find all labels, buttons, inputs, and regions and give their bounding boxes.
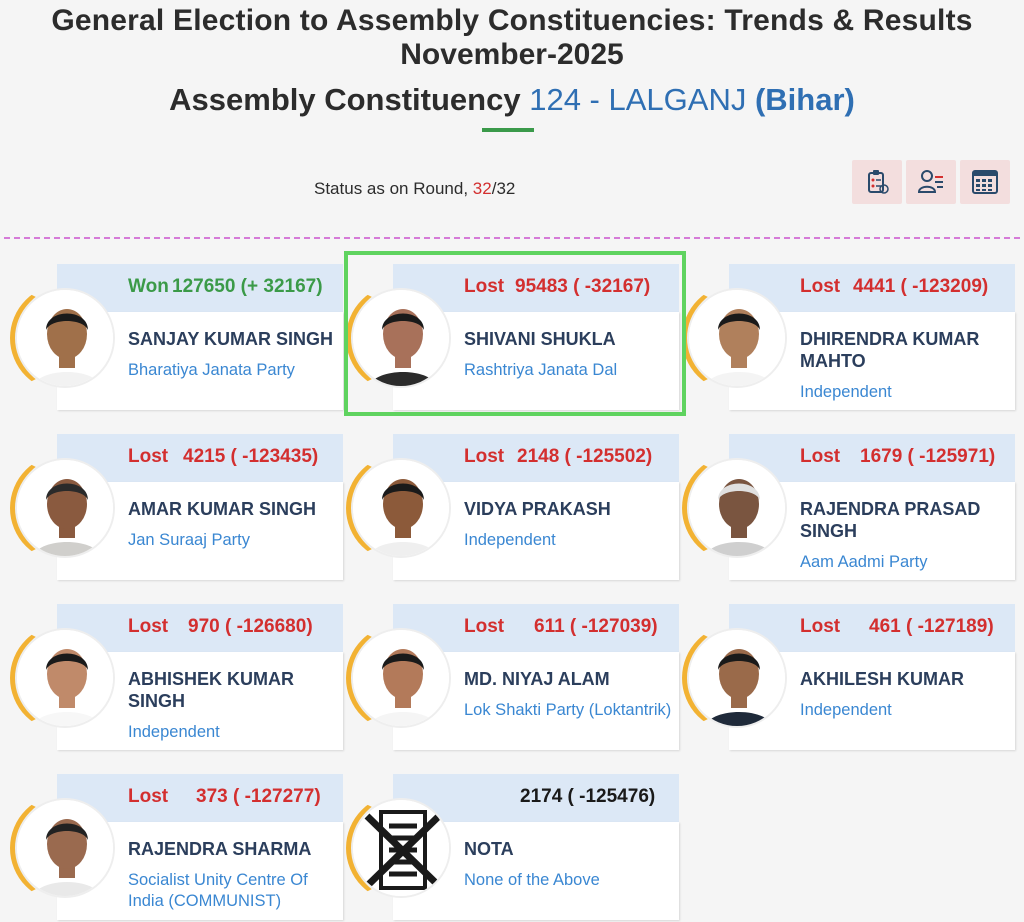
candidate-name: SANJAY KUMAR SINGH: [128, 329, 334, 349]
party-name: Bharatiya Janata Party: [128, 361, 295, 379]
party-name: Aam Aadmi Party: [800, 553, 928, 571]
vote-count: 4441 ( -123209): [853, 276, 989, 297]
candidate-name: RAJENDRA PRASAD SINGH: [800, 499, 981, 541]
candidate-card[interactable]: 2174 ( -125476) NOTA None of the Above: [336, 774, 679, 920]
candidate-name: VIDYA PRAKASH: [464, 499, 611, 519]
result-status: Lost: [800, 276, 841, 297]
clipboard-icon: [868, 170, 889, 194]
result-status: Lost: [128, 786, 169, 807]
party-name: Jan Suraaj Party: [128, 531, 250, 549]
candidate-photo: [351, 458, 451, 558]
calendar-grid-icon: [972, 170, 998, 194]
candidate-card[interactable]: Lost 4215 ( -123435) AMAR KUMAR SINGH Jan S…: [0, 434, 343, 580]
candidate-card[interactable]: Lost 2148 ( -125502) VIDYA PRAKASH Independ…: [336, 434, 679, 580]
selected-card-highlight: [344, 251, 686, 416]
user-list-button[interactable]: [906, 160, 956, 204]
page-subtitle: November-2025: [400, 38, 624, 71]
current-round: 32: [472, 179, 492, 198]
vote-count: 127650 (+ 32167): [172, 276, 323, 297]
page-title: General Election to Assembly Constituenc…: [51, 4, 973, 37]
party-name: Independent: [800, 701, 892, 719]
candidate-name: RAJENDRA SHARMA: [128, 839, 312, 859]
candidate-card[interactable]: Lost 4441 ( -123209) DHIRENDRA KUMAR MAHTO…: [672, 264, 1015, 410]
vote-count: 4215 ( -123435): [183, 446, 319, 467]
constituency-title: Assembly Constituency 124 - LALGANJ (Bih…: [0, 82, 1024, 118]
vote-count: 2148 ( -125502): [517, 446, 653, 467]
candidate-photo: [351, 628, 451, 728]
vote-count: 373 ( -127277): [196, 786, 321, 807]
party-name: Independent: [128, 723, 220, 741]
round-status: Status as on Round, 32/32: [314, 179, 515, 199]
candidate-name: DHIRENDRA KUMAR MAHTO: [800, 329, 980, 371]
result-status: Lost: [800, 616, 841, 637]
constituency-prefix: Assembly Constituency: [169, 82, 521, 117]
candidate-name: ABHISHEK KUMAR SINGH: [128, 669, 294, 711]
party-name: None of the Above: [464, 871, 600, 889]
result-status: Lost: [128, 616, 169, 637]
candidate-card[interactable]: Lost 1679 ( -125971) RAJENDRA PRASAD SINGH…: [672, 434, 1015, 580]
candidate-name: MD. NIYAJ ALAM: [464, 669, 610, 689]
candidate-card[interactable]: Lost 461 ( -127189) AKHILESH KUMAR Independ…: [672, 604, 1015, 750]
candidate-name: NOTA: [464, 839, 514, 859]
result-status: Won: [128, 276, 169, 297]
result-status: Lost: [128, 446, 169, 467]
candidate-photo: [15, 798, 115, 898]
candidate-photo: [687, 288, 787, 388]
candidate-photo: [687, 458, 787, 558]
party-name: Lok Shakti Party (Loktantrik): [464, 701, 672, 719]
round-status-label: Status as on Round,: [314, 179, 469, 198]
candidate-photo: [687, 628, 787, 728]
nota-symbol-icon: [351, 798, 451, 898]
party-name: Independent: [464, 531, 556, 549]
candidate-photo: [15, 458, 115, 558]
candidate-name: AKHILESH KUMAR: [800, 669, 964, 689]
constituency-number: 124 - LALGANJ: [529, 82, 747, 117]
candidate-card[interactable]: Lost 970 ( -126680) ABHISHEK KUMAR SINGH In…: [0, 604, 343, 750]
party-name: Independent: [800, 383, 892, 401]
total-rounds: 32: [496, 179, 516, 198]
calendar-grid-button[interactable]: [960, 160, 1010, 204]
candidate-name: AMAR KUMAR SINGH: [128, 499, 316, 519]
user-list-icon: [917, 170, 943, 193]
vote-count: 2174 ( -125476): [520, 786, 656, 807]
section-divider: [4, 237, 1020, 239]
result-status: Lost: [800, 446, 841, 467]
party-name: Socialist Unity Centre Of India (COMMUNI…: [128, 871, 308, 910]
candidate-card[interactable]: Lost 373 ( -127277) RAJENDRA SHARMA Sociali…: [0, 774, 343, 920]
result-status: Lost: [464, 446, 505, 467]
candidate-photo: [15, 288, 115, 388]
vote-count: 970 ( -126680): [188, 616, 313, 637]
clipboard-button[interactable]: [852, 160, 902, 204]
constituency-state: (Bihar): [754, 82, 855, 117]
candidate-photo: [15, 628, 115, 728]
result-status: Lost: [464, 616, 505, 637]
vote-count: 611 ( -127039): [534, 616, 658, 637]
vote-count: 1679 ( -125971): [860, 446, 996, 467]
candidate-card[interactable]: Lost 611 ( -127039) MD. NIYAJ ALAM Lok Shak…: [336, 604, 679, 750]
title-underline: [482, 128, 534, 132]
candidate-card[interactable]: Won 127650 (+ 32167) SANJAY KUMAR SINGH Bha…: [0, 264, 343, 410]
vote-count: 461 ( -127189): [869, 616, 994, 637]
